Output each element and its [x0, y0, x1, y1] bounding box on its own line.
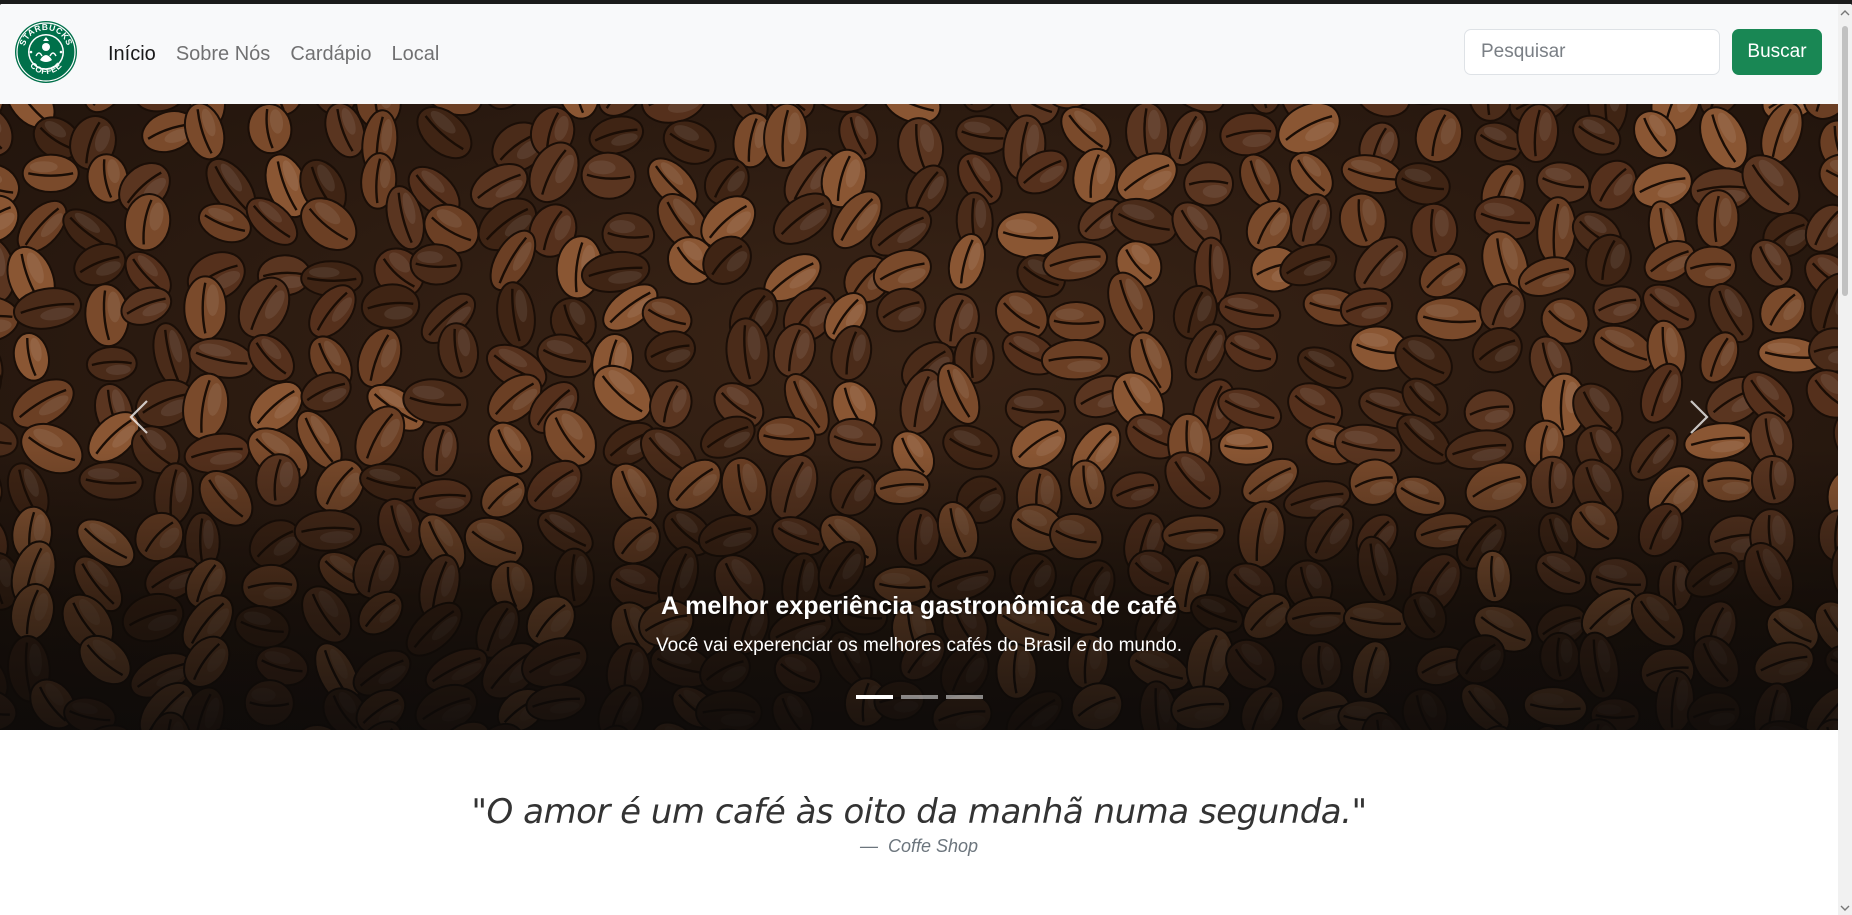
nav-item-cardapio[interactable]: Cardápio [280, 43, 381, 66]
caption-title: A melhor experiência gastronômica de caf… [661, 592, 1177, 620]
nav-item-sobre-nos[interactable]: Sobre Nós [166, 43, 281, 66]
carousel-indicators [0, 695, 1838, 699]
carousel-indicator-1[interactable] [855, 695, 893, 699]
navbar: STARBUCKS COFFEE Início Sobre Nós Cardáp… [0, 4, 1838, 104]
page: STARBUCKS COFFEE Início Sobre Nós Cardáp… [0, 4, 1852, 915]
quote-author-name: Coffe Shop [887, 836, 979, 856]
carousel-caption: A melhor experiência gastronômica de caf… [0, 592, 1838, 657]
starbucks-logo-icon[interactable]: STARBUCKS COFFEE [14, 20, 78, 84]
nav-item-local[interactable]: Local [381, 43, 449, 66]
carousel-indicator-3[interactable] [945, 695, 983, 699]
nav-links: Início Sobre Nós Cardápio Local [108, 4, 449, 104]
scroll-down-icon[interactable] [1840, 903, 1850, 913]
chevron-right-icon [1690, 400, 1709, 434]
scroll-thumb[interactable] [1842, 26, 1848, 296]
search-button[interactable]: Buscar [1732, 29, 1822, 75]
chevron-left-icon [129, 400, 148, 434]
search-input[interactable] [1464, 29, 1720, 75]
search-form: Buscar [1464, 29, 1822, 75]
quote-text: "O amor é um café às oito da manhã numa … [471, 792, 1367, 832]
caption-text: Você vai experenciar os melhores cafés d… [656, 635, 1182, 656]
page-scrollbar[interactable] [1838, 4, 1852, 915]
nav-item-inicio[interactable]: Início [108, 43, 166, 66]
hero-carousel: A melhor experiência gastronômica de caf… [0, 104, 1838, 730]
scroll-up-icon[interactable] [1840, 8, 1850, 18]
carousel-indicator-2[interactable] [900, 695, 938, 699]
quote-author: — Coffe Shop [0, 836, 1838, 857]
quote-section: "O amor é um café às oito da manhã numa … [0, 792, 1838, 857]
quote-dash: — [859, 836, 878, 856]
